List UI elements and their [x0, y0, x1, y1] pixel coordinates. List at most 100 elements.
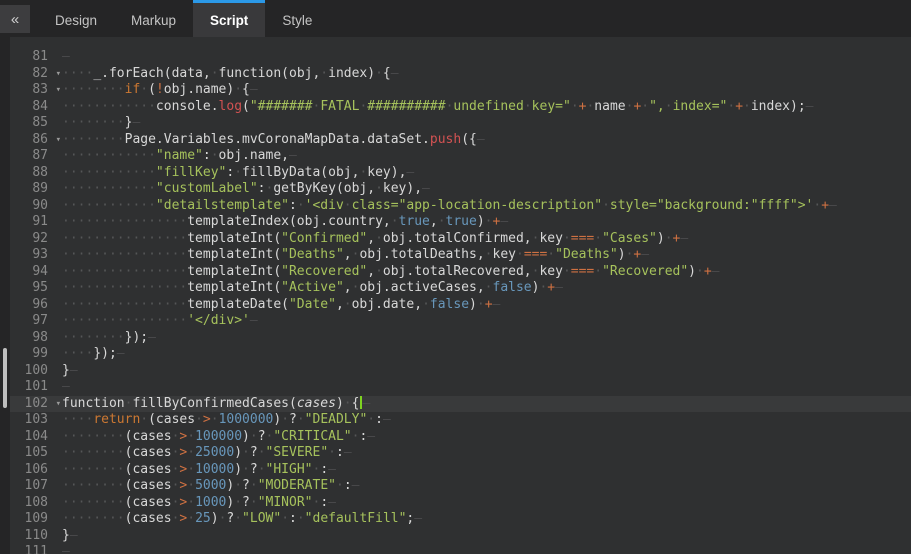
code-line[interactable]: 82▾····_.forEach(data,·function(obj,·ind…: [10, 66, 911, 83]
code-line[interactable]: 98········});–: [10, 330, 911, 347]
code-text: ················templateDate("Date",·obj…: [62, 297, 500, 314]
code-line[interactable]: 101–: [10, 379, 911, 396]
tab-markup[interactable]: Markup: [114, 0, 193, 37]
gutter: 105: [10, 445, 62, 462]
code-line[interactable]: 107 ········(cases·>·5000)·?·"MODERATE"·:…: [10, 478, 911, 495]
collapse-sidebar-button[interactable]: «: [0, 5, 30, 33]
eol-marker: –: [362, 396, 370, 411]
code-line[interactable]: 85········}–: [10, 115, 911, 132]
line-number: 87: [32, 148, 48, 165]
code-text: ········if·(!obj.name)·{–: [62, 82, 258, 99]
code-line[interactable]: 109 ········(cases·>·25)·?·"LOW"·:·"defau…: [10, 511, 911, 528]
line-number: 88: [32, 165, 48, 182]
code-line[interactable]: 104········(cases·>·100000)·?·"CRITICAL"…: [10, 429, 911, 446]
line-number: 105: [25, 445, 48, 462]
code-line[interactable]: 102▾function·fillByConfirmedCases(cases)…: [10, 396, 911, 413]
line-number: 109: [25, 511, 48, 528]
gutter: 95: [10, 280, 62, 297]
code-line[interactable]: 91················templateIndex(obj.coun…: [10, 214, 911, 231]
eol-marker: –: [391, 66, 399, 81]
gutter: 97: [10, 313, 62, 330]
code-line[interactable]: 84 ············console.log("#######·FATAL…: [10, 99, 911, 116]
code-text: ········(cases·>·5000)·?·"MODERATE"·:–: [62, 478, 359, 495]
code-line[interactable]: 111–: [10, 544, 911, 554]
line-number: 107: [25, 478, 48, 495]
gutter: 87: [10, 148, 62, 165]
code-line[interactable]: 96················templateDate("Date",·o…: [10, 297, 911, 314]
code-line[interactable]: 105 ········(cases·>·25000)·?·"SEVERE"·:–: [10, 445, 911, 462]
gutter: 107: [10, 478, 62, 495]
gutter: 106: [10, 462, 62, 479]
code-text: ········(cases·>·1000)·?·"MINOR"·:–: [62, 495, 336, 512]
code-text: ············console.log("#######·FATAL·#…: [62, 99, 813, 116]
code-text: –: [62, 49, 70, 66]
gutter: 90: [10, 198, 62, 215]
eol-marker: –: [62, 49, 70, 64]
code-line[interactable]: 92················templateInt("Confirmed…: [10, 231, 911, 248]
code-line[interactable]: 93················templateInt("Deaths",·…: [10, 247, 911, 264]
line-number: 84: [32, 99, 48, 116]
gutter: 111: [10, 544, 62, 554]
code-line[interactable]: 99····});–: [10, 346, 911, 363]
code-text: –: [62, 379, 70, 396]
code-line[interactable]: 100}–: [10, 363, 911, 380]
line-number: 108: [25, 495, 48, 512]
gutter: 92: [10, 231, 62, 248]
eol-marker: –: [344, 445, 352, 460]
line-number: 83: [32, 82, 48, 99]
fold-toggle-icon[interactable]: ▾: [56, 82, 61, 99]
scrollbar-thumb[interactable]: [3, 348, 7, 408]
line-number: 86: [32, 132, 48, 149]
fold-toggle-icon[interactable]: ▾: [56, 66, 61, 83]
line-number: 82: [32, 66, 48, 83]
code-text: ········Page.Variables.mvCoronaMapData.d…: [62, 132, 485, 149]
code-line[interactable]: 110}–: [10, 528, 911, 545]
code-line[interactable]: 90············"detailstemplate":·'<div·c…: [10, 198, 911, 215]
eol-marker: –: [806, 99, 814, 114]
code-area[interactable]: 81–82▾····_.forEach(data,·function(obj,·…: [10, 49, 911, 554]
code-line[interactable]: 97················'</div>'–: [10, 313, 911, 330]
eol-marker: –: [367, 429, 375, 444]
code-line[interactable]: 94················templateInt("Recovered…: [10, 264, 911, 281]
editor-scrollbar[interactable]: [0, 37, 10, 554]
eol-marker: –: [493, 297, 501, 312]
code-text: ········(cases·>·25000)·?·"SEVERE"·:–: [62, 445, 352, 462]
code-line[interactable]: 106········(cases·>·10000)·?·"HIGH"·:–: [10, 462, 911, 479]
code-text: ········});–: [62, 330, 156, 347]
code-text: ····});–: [62, 346, 125, 363]
gutter: 86 ▾: [10, 132, 62, 149]
code-line[interactable]: 108 ········(cases·>·1000)·?·"MINOR"·:–: [10, 495, 911, 512]
code-text: ········}–: [62, 115, 140, 132]
code-line[interactable]: 95················templateInt("Active",·…: [10, 280, 911, 297]
gutter: 84: [10, 99, 62, 116]
line-number: 101: [25, 379, 48, 396]
code-line[interactable]: 89············"customLabel":·getByKey(ob…: [10, 181, 911, 198]
gutter: 109: [10, 511, 62, 528]
code-line[interactable]: 83 ▾········if·(!obj.name)·{–: [10, 82, 911, 99]
code-text: ················'</div>'–: [62, 313, 258, 330]
code-line[interactable]: 81–: [10, 49, 911, 66]
gutter: 104: [10, 429, 62, 446]
code-editor[interactable]: 81–82▾····_.forEach(data,·function(obj,·…: [0, 37, 911, 554]
fold-toggle-icon[interactable]: ▾: [56, 396, 61, 413]
eol-marker: –: [477, 132, 485, 147]
gutter: 102▾: [10, 396, 62, 413]
tab-design[interactable]: Design: [38, 0, 114, 37]
code-line[interactable]: 87············"name":·obj.name,–: [10, 148, 911, 165]
tab-style[interactable]: Style: [265, 0, 329, 37]
eol-marker: –: [70, 363, 78, 378]
code-line[interactable]: 88············"fillKey":·fillByData(obj,…: [10, 165, 911, 182]
code-text: ········(cases·>·10000)·?·"HIGH"·:–: [62, 462, 336, 479]
code-text: ····return·(cases·>·1000000)·?·"DEADLY"·…: [62, 412, 391, 429]
code-text: ········(cases·>·100000)·?·"CRITICAL"·:–: [62, 429, 375, 446]
gutter: 108: [10, 495, 62, 512]
gutter: 103: [10, 412, 62, 429]
code-line[interactable]: 103····return·(cases·>·1000000)·?·"DEADL…: [10, 412, 911, 429]
tab-script[interactable]: Script: [193, 0, 265, 37]
gutter: 93: [10, 247, 62, 264]
code-text: ········(cases·>·25)·?·"LOW"·:·"defaultF…: [62, 511, 422, 528]
eol-marker: –: [555, 280, 563, 295]
eol-marker: –: [641, 247, 649, 262]
fold-toggle-icon[interactable]: ▾: [56, 132, 61, 149]
code-line[interactable]: 86 ▾········Page.Variables.mvCoronaMapDat…: [10, 132, 911, 149]
